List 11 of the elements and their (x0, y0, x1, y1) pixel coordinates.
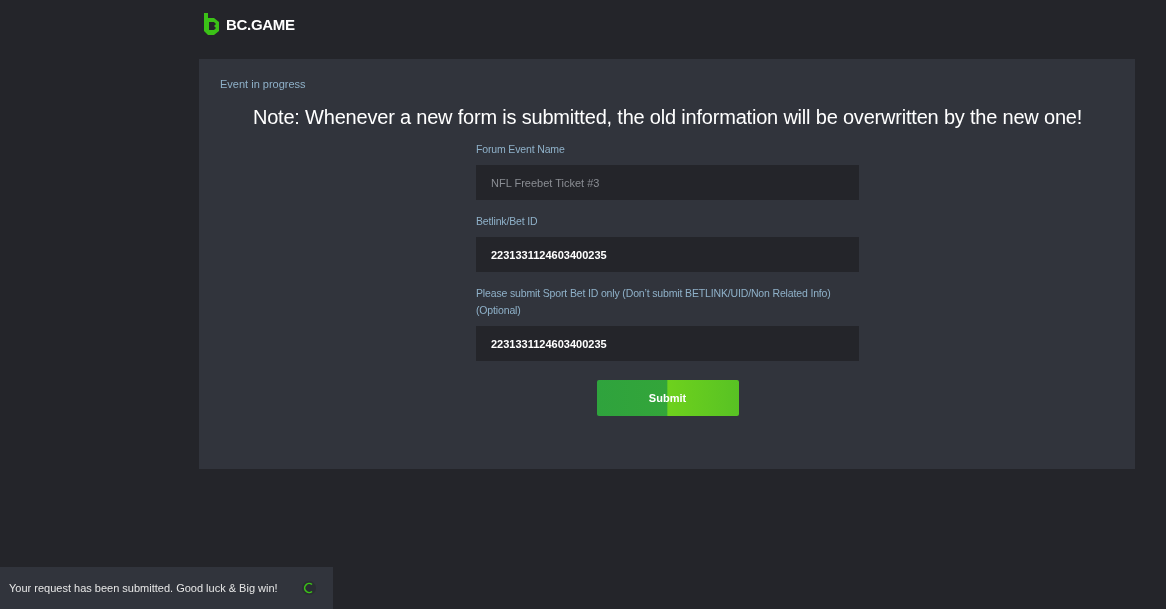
event-status: Event in progress (220, 78, 307, 90)
logo-text: BC.GAME (226, 15, 295, 33)
spinner-icon (302, 581, 316, 595)
field-label: Please submit Sport Bet ID only (Don’t submit BETLINK/UID/Non Related Info) (Optional) (476, 286, 832, 318)
field-label: Betlink/Bet ID (476, 214, 539, 229)
field-label: Forum Event Name (476, 142, 566, 157)
input-field[interactable]: 2231331124603400235 (476, 326, 859, 361)
input-field[interactable]: 2231331124603400235 (476, 237, 859, 272)
toast-message: Your request has been submitted. Good luck & Big win! (9, 582, 278, 594)
note-text: Note: Whenever a new form is submitted, the old information will be overwritten by the new one! (251, 106, 1084, 129)
logo-icon (203, 13, 220, 35)
